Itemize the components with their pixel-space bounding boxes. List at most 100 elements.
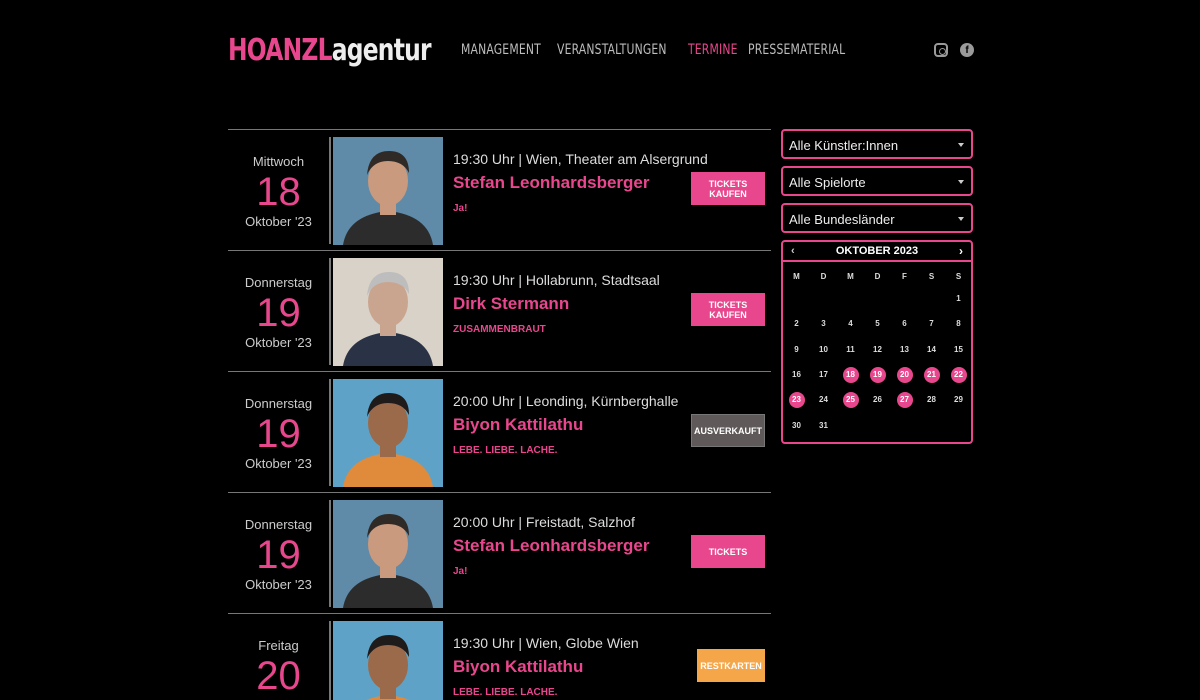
event-time-location: 19:30 Uhr | Wien, Globe Wien xyxy=(453,635,639,651)
event-weekday: Donnerstag xyxy=(244,396,313,411)
calendar-event-day[interactable]: 27 xyxy=(896,391,913,408)
event-month: Oktober '23 xyxy=(245,214,312,229)
event-date: Mittwoch 18 Oktober '23 xyxy=(228,137,331,244)
event-info: 19:30 Uhr | Wien, Globe Wien Biyon Katti… xyxy=(453,635,733,698)
artist-photo[interactable] xyxy=(333,258,443,366)
calendar-event-day[interactable]: 23 xyxy=(788,391,805,408)
event-date: Donnerstag 19 Oktober '23 xyxy=(228,258,331,365)
calendar-event-day[interactable]: 22 xyxy=(950,366,967,383)
event-row[interactable]: Freitag 20 19:30 Uhr | Wien, Globe Wien … xyxy=(228,613,771,700)
calendar-day[interactable]: 25 xyxy=(837,387,864,412)
calendar-weekday: S xyxy=(928,271,935,281)
ticket-button[interactable]: TICKETS KAUFEN xyxy=(691,293,765,326)
instagram-icon[interactable] xyxy=(934,43,948,57)
calendar-header: ‹ OKTOBER 2023 › xyxy=(783,242,971,262)
ticket-button[interactable]: RESTKARTEN xyxy=(697,649,765,682)
calendar-blank xyxy=(918,286,945,311)
filter-sidebar: Alle Künstler:Innen Alle Spielorte Alle … xyxy=(781,129,973,444)
caret-down-icon xyxy=(958,217,964,221)
calendar-event-day[interactable]: 19 xyxy=(869,366,886,383)
calendar-weekday: D xyxy=(820,271,827,281)
event-time-location: 20:00 Uhr | Freistadt, Salzhof xyxy=(453,514,635,530)
calendar-day: 3 xyxy=(821,319,826,329)
calendar-day: 17 xyxy=(819,370,828,380)
state-filter-select[interactable]: Alle Bundesländer xyxy=(781,203,973,233)
event-show-title[interactable]: LEBE. LIEBE. LACHE. xyxy=(453,687,733,698)
event-month: Oktober '23 xyxy=(245,335,312,350)
event-date: Donnerstag 19 Oktober '23 xyxy=(228,379,331,486)
nav-pressematerial[interactable]: PRESSEMATERIAL xyxy=(748,42,845,58)
event-day: 19 xyxy=(256,412,301,456)
calendar-day[interactable]: 19 xyxy=(864,362,891,387)
nav-termine[interactable]: TERMINE xyxy=(688,42,738,58)
calendar-blank xyxy=(810,286,837,311)
event-day: 19 xyxy=(256,291,301,335)
event-artist[interactable]: Biyon Kattilathu xyxy=(453,657,733,679)
event-month: Oktober '23 xyxy=(245,456,312,471)
calendar-blank xyxy=(837,286,864,311)
calendar-day: 7 xyxy=(929,319,934,329)
calendar-day: 5 xyxy=(875,319,880,329)
nav-veranstaltungen[interactable]: VERANSTALTUNGEN xyxy=(557,42,667,58)
calendar-day[interactable]: 20 xyxy=(891,362,918,387)
ticket-button[interactable]: TICKETS xyxy=(691,535,765,568)
event-row[interactable]: Donnerstag 19 Oktober '23 20:00 Uhr | Fr… xyxy=(228,492,771,613)
artist-photo[interactable] xyxy=(333,500,443,608)
calendar-title: OKTOBER 2023 xyxy=(835,245,919,257)
calendar-event-day[interactable]: 20 xyxy=(896,366,913,383)
calendar-day: 8 xyxy=(956,319,961,329)
calendar-day: 28 xyxy=(927,395,936,405)
site-header: HOANZLagentur MANAGEMENT VERANSTALTUNGEN… xyxy=(228,32,974,72)
calendar-grid: M D M D F S S 1 2 3 4 5 6 7 8 9 10 11 12 13 14 15 16 17 18 19 20 21… xyxy=(783,262,971,438)
event-time-location: 19:30 Uhr | Wien, Theater am Alsergrund xyxy=(453,151,708,167)
ticket-button[interactable]: AUSVERKAUFT xyxy=(691,414,765,447)
social-links: f xyxy=(934,43,974,57)
event-row[interactable]: Donnerstag 19 Oktober '23 19:30 Uhr | Ho… xyxy=(228,250,771,371)
event-date: Donnerstag 19 Oktober '23 xyxy=(228,500,331,607)
calendar-event-day[interactable]: 21 xyxy=(923,366,940,383)
event-row[interactable]: Donnerstag 19 Oktober '23 20:00 Uhr | Le… xyxy=(228,371,771,492)
calendar-day[interactable]: 22 xyxy=(945,362,972,387)
event-time-location: 20:00 Uhr | Leonding, Kürnberghalle xyxy=(453,393,679,409)
calendar-day: 26 xyxy=(873,395,882,405)
calendar-day: 31 xyxy=(819,420,828,430)
logo[interactable]: HOANZLagentur xyxy=(228,33,432,68)
event-weekday: Mittwoch xyxy=(252,154,305,169)
venue-filter-value: Alle Spielorte xyxy=(789,175,866,190)
artist-filter-select[interactable]: Alle Künstler:Innen xyxy=(781,129,973,159)
calendar-event-day[interactable]: 25 xyxy=(842,391,859,408)
artist-photo[interactable] xyxy=(333,137,443,245)
event-weekday: Freitag xyxy=(258,638,299,653)
event-weekday: Donnerstag xyxy=(244,275,313,290)
calendar-day[interactable]: 27 xyxy=(891,387,918,412)
venue-filter-select[interactable]: Alle Spielorte xyxy=(781,166,973,196)
event-row[interactable]: Mittwoch 18 Oktober '23 19:30 Uhr | Wien… xyxy=(228,129,771,250)
state-filter-value: Alle Bundesländer xyxy=(789,212,895,227)
ticket-button[interactable]: TICKETS KAUFEN xyxy=(691,172,765,205)
prev-month-icon[interactable]: ‹ xyxy=(791,245,795,257)
calendar-day: 6 xyxy=(902,319,907,329)
calendar-day[interactable]: 18 xyxy=(837,362,864,387)
caret-down-icon xyxy=(958,143,964,147)
event-day: 20 xyxy=(256,654,301,698)
caret-down-icon xyxy=(958,180,964,184)
main-nav: MANAGEMENT VERANSTALTUNGEN TERMINE PRESS… xyxy=(461,42,851,58)
event-month: Oktober '23 xyxy=(245,577,312,592)
nav-management[interactable]: MANAGEMENT xyxy=(461,42,541,58)
calendar-day: 12 xyxy=(873,344,882,354)
facebook-icon[interactable]: f xyxy=(960,43,974,57)
artist-photo[interactable] xyxy=(333,379,443,487)
calendar-weekday: S xyxy=(955,271,962,281)
calendar-day[interactable]: 21 xyxy=(918,362,945,387)
artist-photo[interactable] xyxy=(333,621,443,700)
calendar-weekday: M xyxy=(793,271,800,281)
calendar-day: 24 xyxy=(819,395,828,405)
calendar-day: 4 xyxy=(848,319,853,329)
next-month-icon[interactable]: › xyxy=(959,244,963,258)
calendar-day: 10 xyxy=(819,344,828,354)
calendar-day: 30 xyxy=(792,420,801,430)
calendar-event-day[interactable]: 18 xyxy=(842,366,859,383)
calendar-day[interactable]: 23 xyxy=(783,387,810,412)
calendar-day: 9 xyxy=(794,344,799,354)
logo-part-hoanzl: HOANZL xyxy=(228,33,333,68)
